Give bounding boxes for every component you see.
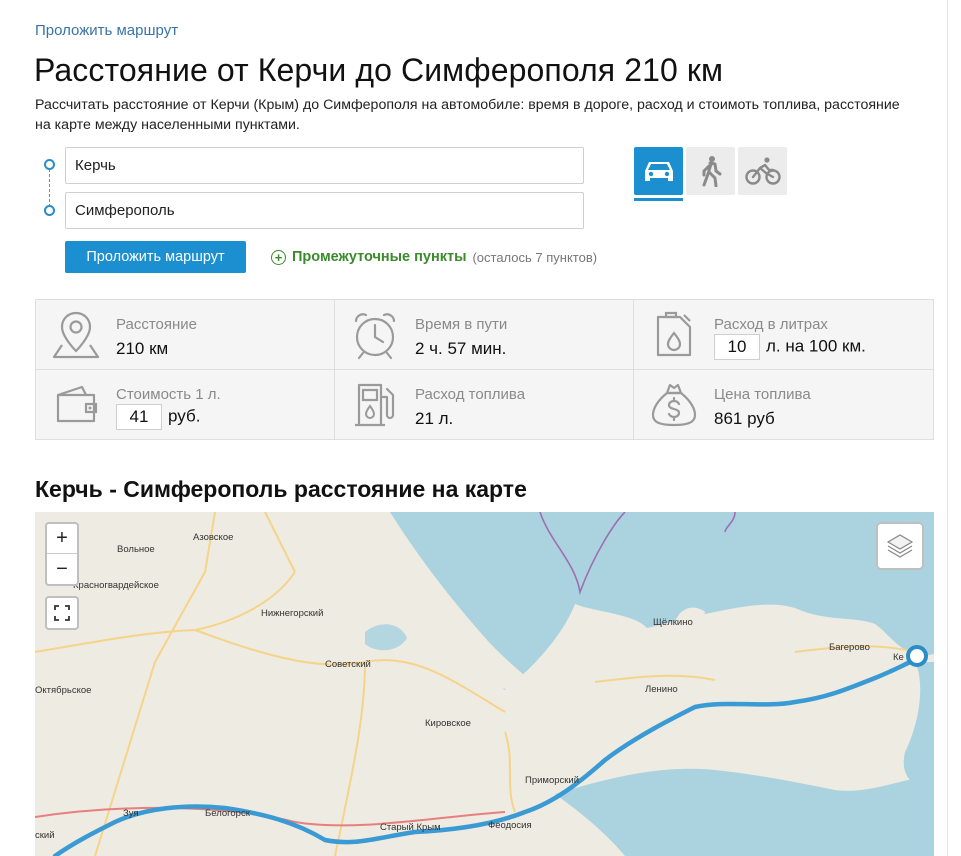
stat-label: Цена топлива: [714, 386, 811, 403]
page-description: Рассчитать расстояние от Керчи (Крым) до…: [35, 97, 900, 133]
mode-bike-button[interactable]: [738, 147, 787, 195]
map-label: Старый Крым: [380, 822, 441, 833]
stat-distance: Расстояние 210 км: [36, 300, 335, 370]
map-label: Феодосия: [488, 820, 532, 831]
stat-label: Время в пути: [415, 316, 508, 333]
stat-value: 41 руб.: [116, 404, 200, 430]
consumption-input[interactable]: 10: [714, 334, 760, 360]
route-end-dot-icon: [44, 205, 55, 216]
add-waypoints-link[interactable]: + Промежуточные пункты (осталось 7 пункт…: [271, 249, 597, 265]
stat-price-per-liter: Стоимость 1 л. 41 руб.: [36, 370, 335, 440]
layers-button[interactable]: [876, 522, 924, 570]
route-stats-panel: Расстояние 210 км Время в пути 2 ч. 57 м…: [35, 299, 934, 440]
build-route-button[interactable]: Проложить маршрут: [65, 241, 246, 273]
map-label: Ленино: [645, 684, 678, 695]
map-label: Красногвардейское: [73, 580, 159, 591]
breadcrumb-link[interactable]: Проложить маршрут: [35, 22, 178, 39]
waypoints-remaining: (осталось 7 пунктов): [472, 249, 598, 265]
stat-value: 861 руб: [714, 409, 775, 428]
plus-circle-icon: +: [271, 249, 286, 265]
stat-value: 21 л.: [415, 409, 454, 428]
destination-input[interactable]: [65, 192, 584, 229]
page-title: Расстояние от Керчи до Симферополя 210 к…: [34, 52, 724, 88]
price-suffix: руб.: [168, 406, 201, 426]
fuel-pump-icon: [355, 383, 395, 427]
waypoints-label: Промежуточные пункты: [292, 249, 467, 265]
consumption-suffix: л. на 100 км.: [766, 336, 866, 356]
mode-car-button[interactable]: [634, 147, 683, 195]
fullscreen-button[interactable]: [47, 598, 77, 628]
map-label: ский: [35, 830, 55, 841]
map-label: Ке: [893, 652, 904, 663]
map-label: Вольное: [117, 544, 155, 555]
map-pin-icon: [52, 311, 100, 359]
map-label: Азовское: [193, 532, 234, 543]
walk-icon: [702, 156, 721, 187]
stat-time: Время в пути 2 ч. 57 мин.: [335, 300, 634, 370]
zoom-in-button[interactable]: +: [47, 524, 77, 554]
stat-value: 2 ч. 57 мин.: [415, 339, 507, 358]
stat-fuel-used: Расход топлива 21 л.: [335, 370, 634, 440]
active-mode-indicator: [634, 198, 683, 201]
car-icon: [644, 162, 673, 181]
zoom-out-button[interactable]: −: [47, 554, 77, 584]
origin-input[interactable]: [65, 147, 584, 184]
layers-icon: [886, 534, 914, 558]
map-label: Советский: [325, 659, 371, 670]
map-label: Кировское: [425, 718, 471, 729]
stat-fuel-cost: Цена топлива 861 руб: [634, 370, 933, 440]
page: Проложить маршрут Расстояние от Керчи до…: [0, 0, 948, 856]
map-label: Нижнегорский: [261, 608, 324, 619]
route-map[interactable]: Азовское Вольное Красногвардейское Нижне…: [35, 512, 934, 856]
map-label: Щёлкино: [653, 617, 693, 628]
route-connector: [49, 169, 50, 207]
fullscreen-control: [45, 596, 79, 630]
stat-label: Расход в литрах: [714, 316, 828, 333]
map-canvas[interactable]: [35, 512, 934, 856]
map-label: Багерово: [829, 642, 870, 653]
stat-label: Расход топлива: [415, 386, 526, 403]
map-label: Белогорск: [205, 808, 250, 819]
money-bag-icon: [651, 383, 697, 427]
route-start-marker: [906, 645, 928, 667]
map-label: Зуя: [123, 808, 139, 819]
stat-consumption: Расход в литрах 10 л. на 100 км.: [634, 300, 933, 370]
price-per-liter-input[interactable]: 41: [116, 404, 162, 430]
map-label: Октябрьское: [35, 685, 92, 696]
map-section-title: Керчь - Симферополь расстояние на карте: [35, 476, 527, 502]
stat-label: Расстояние: [116, 316, 198, 333]
stat-value: 210 км: [116, 339, 169, 358]
map-label: Приморский: [525, 775, 580, 786]
bike-icon: [744, 157, 781, 185]
wallet-icon: [56, 385, 98, 423]
fullscreen-icon: [54, 605, 70, 621]
fuel-canister-icon: [656, 311, 692, 357]
stat-label: Стоимость 1 л.: [116, 386, 221, 403]
mode-walk-button[interactable]: [686, 147, 735, 195]
alarm-clock-icon: [354, 313, 396, 360]
stat-value: 10 л. на 100 км.: [714, 334, 866, 360]
zoom-control: + −: [45, 522, 79, 586]
